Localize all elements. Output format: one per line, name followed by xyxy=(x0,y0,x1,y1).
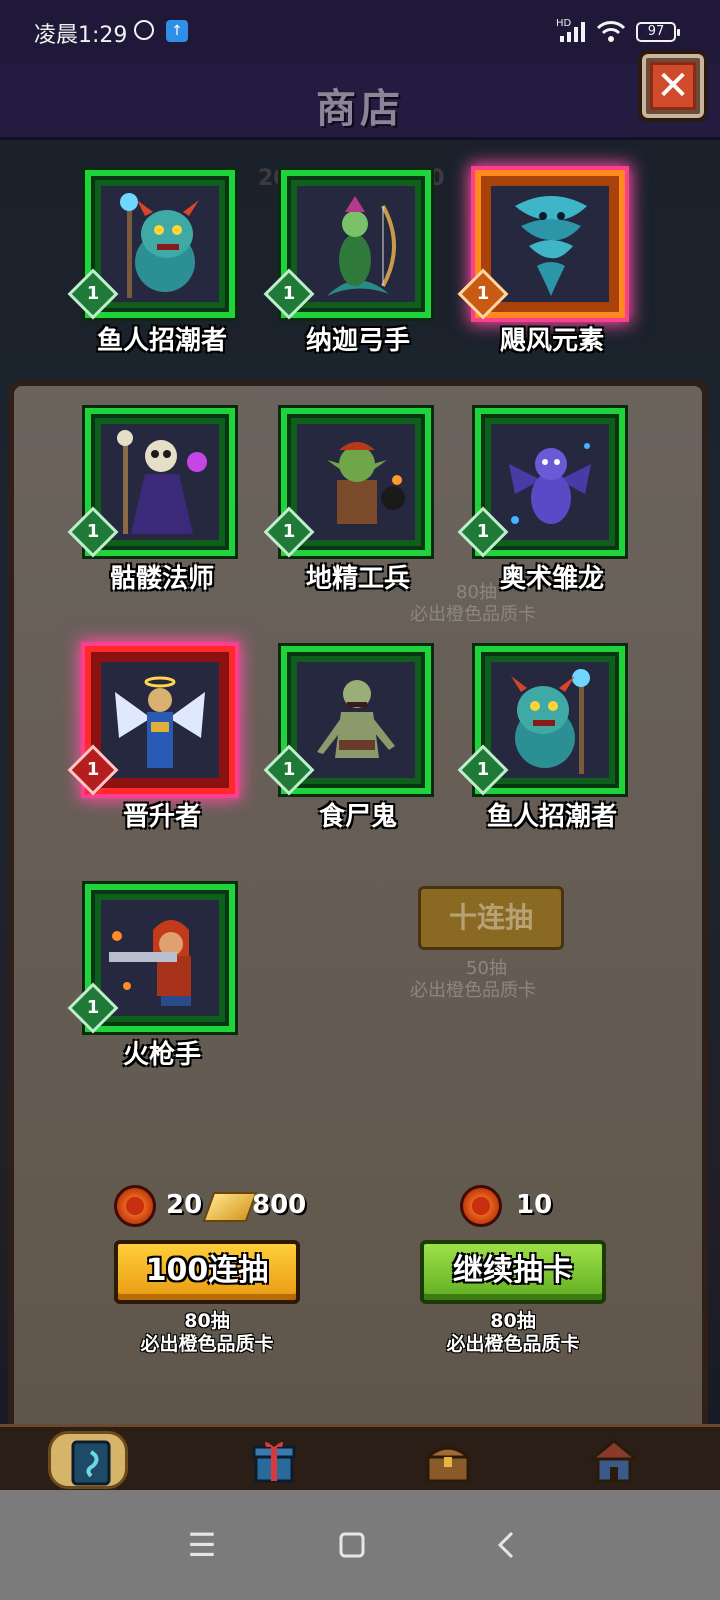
level-value: 1 xyxy=(86,759,100,780)
card-name: 火枪手 xyxy=(122,1040,201,1070)
token-cost-left: 20 xyxy=(166,1190,203,1220)
tab-cards[interactable] xyxy=(48,1431,128,1489)
card-name: 地精工兵 xyxy=(305,564,410,594)
card-frame: 1 xyxy=(67,170,235,320)
continue-draw-button[interactable]: 继续抽卡 xyxy=(420,1240,606,1304)
wifi-icon xyxy=(596,21,626,42)
murloc-tidecaller-icon xyxy=(101,186,219,302)
upload-icon: ↑ xyxy=(166,20,188,42)
draw-token-icon xyxy=(460,1185,502,1227)
back-icon[interactable] xyxy=(486,1525,526,1565)
card-name: 飓风元素 xyxy=(499,326,604,356)
gold-cost: 800 xyxy=(252,1190,307,1220)
alarm-icon xyxy=(134,20,154,40)
bottom-tab-bar xyxy=(0,1424,720,1490)
ghoul-icon xyxy=(297,662,415,778)
hundred-draw-button[interactable]: 100连抽 xyxy=(114,1240,300,1304)
level-value: 1 xyxy=(476,759,490,780)
status-time: 凌晨1:29 xyxy=(34,23,128,48)
treasure-chest-icon xyxy=(424,1446,472,1483)
rifleman-icon xyxy=(101,900,219,1016)
level-value: 1 xyxy=(282,283,296,304)
bg-note-4: 必出橙色品质卡 xyxy=(410,980,536,1001)
level-value: 1 xyxy=(282,521,296,542)
level-value: 1 xyxy=(476,283,490,304)
card-name: 鱼人招潮者 xyxy=(96,326,227,356)
tab-gifts[interactable] xyxy=(232,1431,312,1489)
ascendant-icon xyxy=(101,662,219,778)
naga-archer-icon xyxy=(297,186,415,302)
murloc-tidecaller-icon xyxy=(491,662,609,778)
page-title: 商店 xyxy=(316,86,404,132)
card-frame: 1 xyxy=(263,646,431,796)
level-value: 1 xyxy=(476,521,490,542)
pity-note-left-1: 80抽 xyxy=(184,1310,230,1332)
level-value: 1 xyxy=(86,283,100,304)
card-frame: 1 xyxy=(263,170,431,320)
bg-note-2: 必出橙色品质卡 xyxy=(410,604,536,625)
card-name: 奥术雏龙 xyxy=(499,564,604,594)
status-bar: 凌晨1:29 ↑ HD 97 xyxy=(0,0,720,64)
pity-note-left-2: 必出橙色品质卡 xyxy=(140,1333,274,1355)
card-frame: 1 xyxy=(67,646,235,796)
level-value: 1 xyxy=(86,521,100,542)
battery-icon: 97 xyxy=(636,22,680,42)
card-name: 鱼人招潮者 xyxy=(486,802,617,832)
card-name: 晋升者 xyxy=(122,802,201,832)
pity-note-right-1: 80抽 xyxy=(490,1310,536,1332)
tab-treasure[interactable] xyxy=(404,1431,484,1489)
level-value: 1 xyxy=(86,997,100,1018)
title-bar: 商店 xyxy=(0,64,720,140)
card-frame: 1 xyxy=(67,884,235,1034)
card-frame: 1 xyxy=(457,170,625,320)
card-pack-icon xyxy=(71,1440,111,1486)
card-frame: 1 xyxy=(457,408,625,558)
goblin-sapper-icon xyxy=(297,424,415,540)
system-nav-bar: ☰ xyxy=(0,1490,720,1600)
card-name: 骷髅法师 xyxy=(109,564,214,594)
ten-draw-button-background: 十连抽 xyxy=(418,886,564,950)
signal-icon xyxy=(560,22,585,42)
close-button[interactable]: ✕ xyxy=(638,50,708,122)
token-cost-right: 10 xyxy=(516,1190,553,1220)
arcane-whelp-icon xyxy=(491,424,609,540)
close-icon[interactable]: ✕ xyxy=(650,62,696,110)
card-frame: 1 xyxy=(457,646,625,796)
draw-token-icon xyxy=(114,1185,156,1227)
pity-note-right-2: 必出橙色品质卡 xyxy=(446,1333,580,1355)
cyclone-elemental-icon xyxy=(491,186,609,302)
menu-icon[interactable]: ☰ xyxy=(182,1525,222,1565)
skeleton-mage-icon xyxy=(101,424,219,540)
level-value: 1 xyxy=(282,759,296,780)
card-frame: 1 xyxy=(67,408,235,558)
tavern-house-icon xyxy=(590,1439,638,1483)
card-frame: 1 xyxy=(263,408,431,558)
tab-tavern[interactable] xyxy=(570,1431,650,1489)
home-icon[interactable] xyxy=(332,1525,372,1565)
card-name: 纳迦弓手 xyxy=(305,326,410,356)
card-name: 食尸鬼 xyxy=(318,802,397,832)
gift-box-icon xyxy=(252,1442,296,1483)
